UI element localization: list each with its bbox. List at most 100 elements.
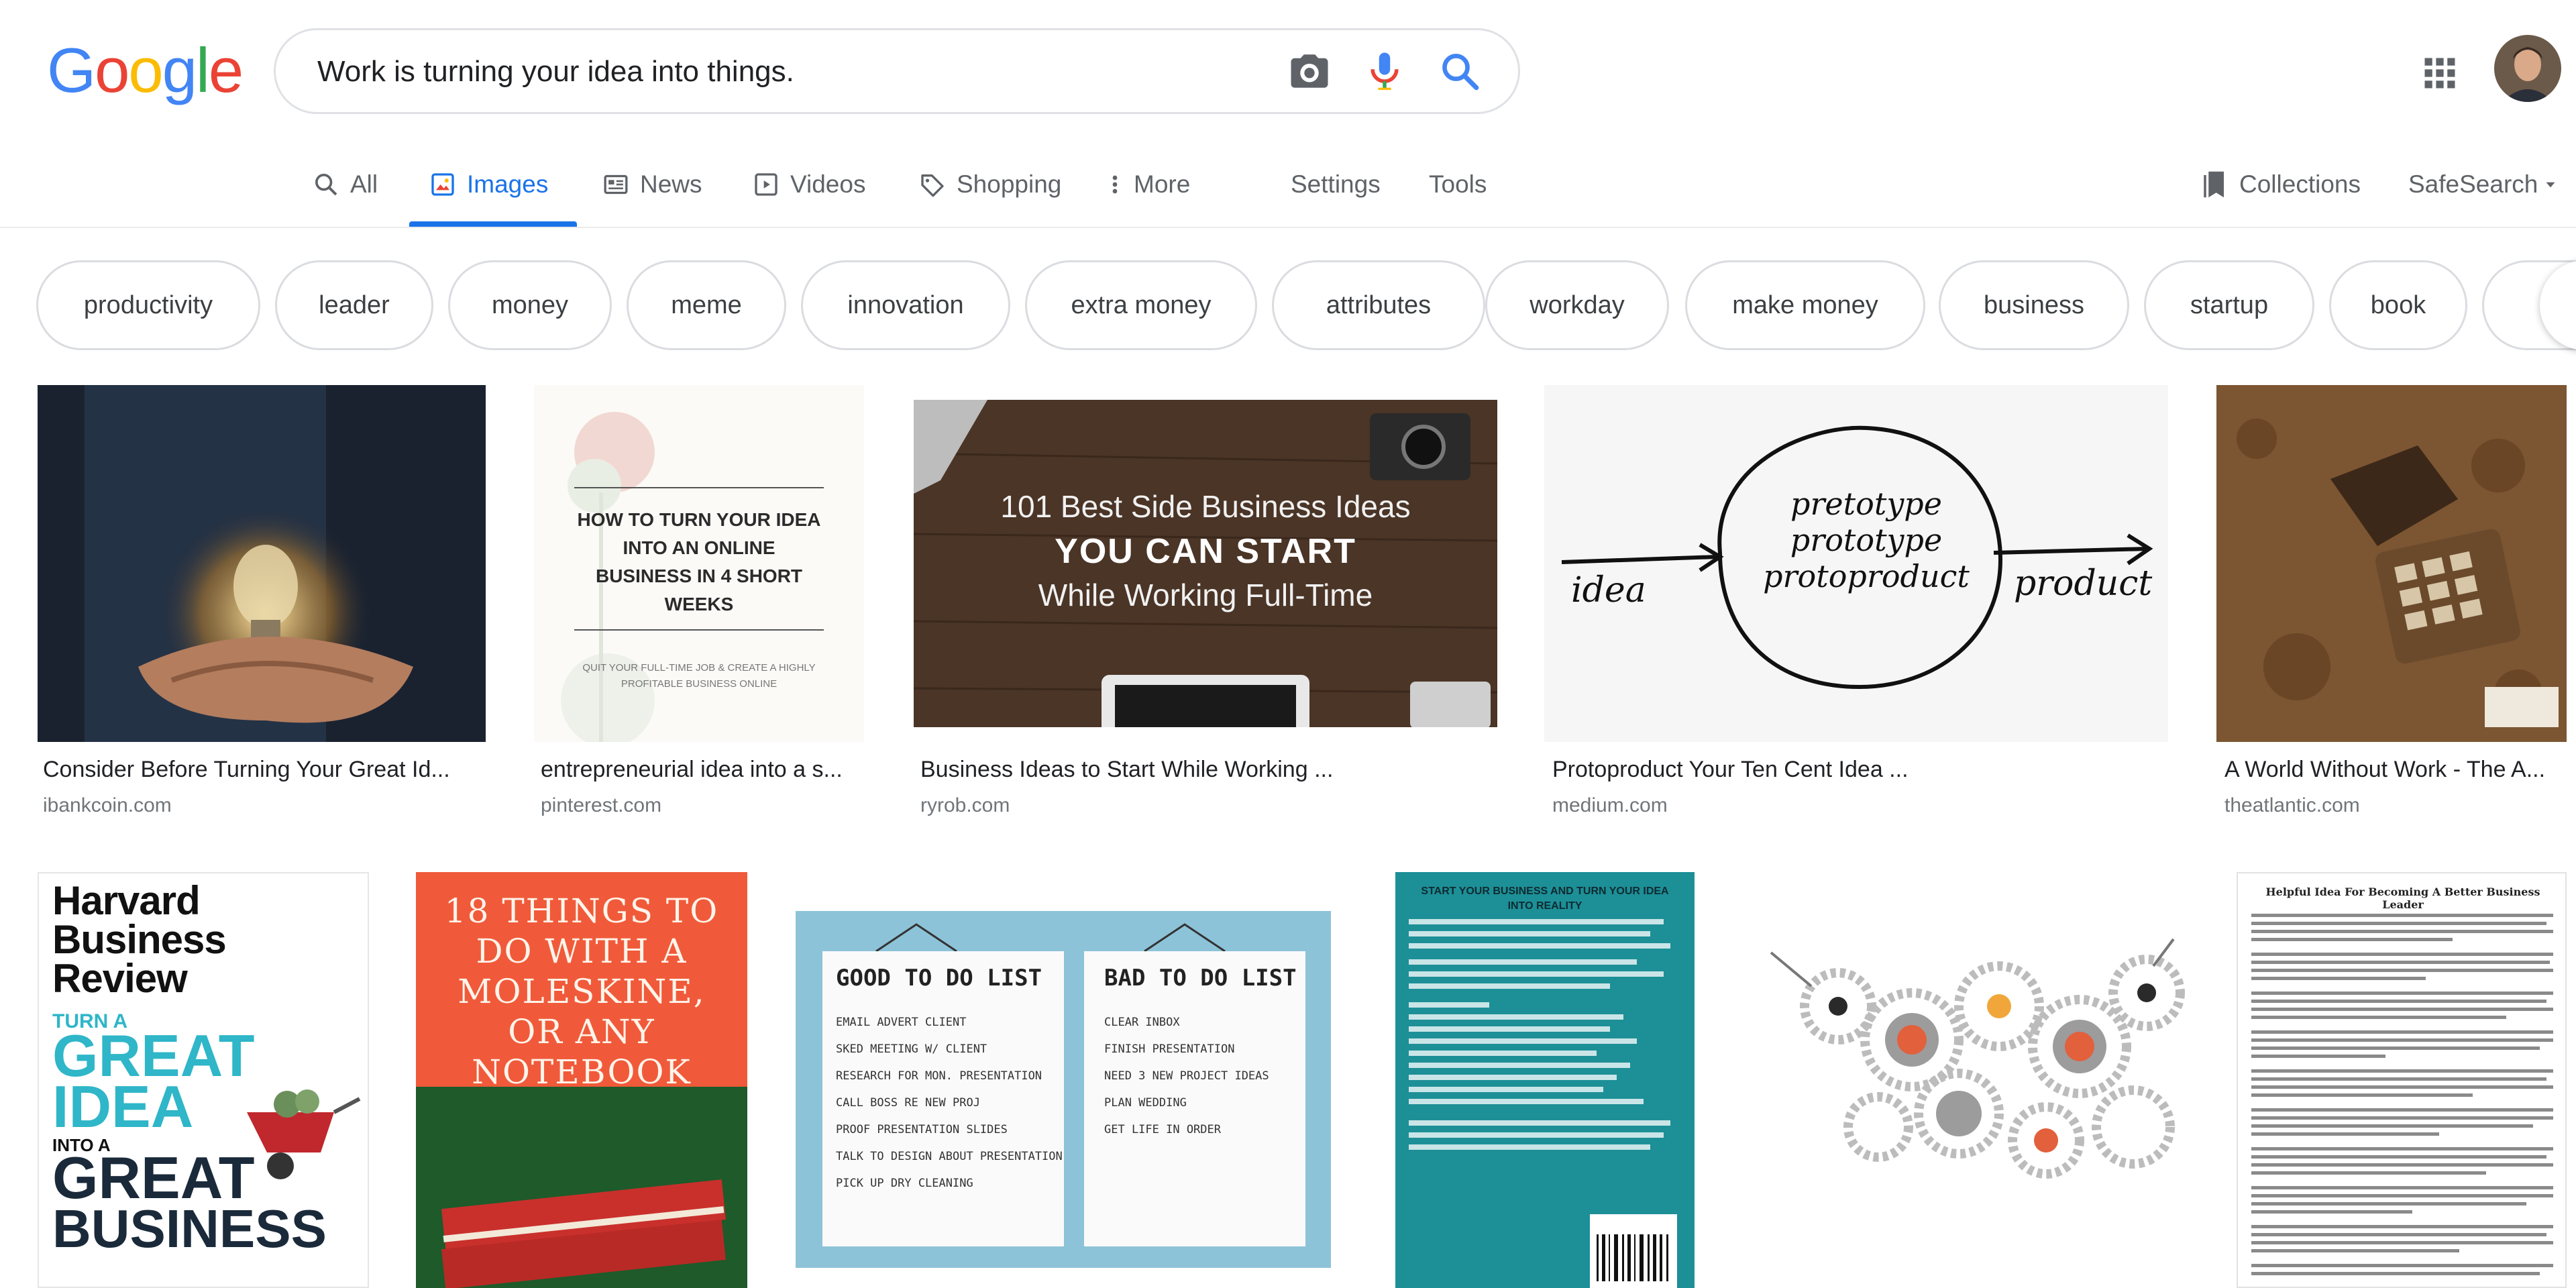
hbr-title: Harvard Business Review (52, 878, 227, 1001)
result-caption[interactable]: entrepreneurial idea into a s... (541, 757, 843, 783)
tab-images[interactable]: Images (429, 164, 548, 205)
good-list: EMAIL ADVERT CLIENT SKED MEETING W/ CLIE… (836, 1009, 1064, 1197)
settings-label: Settings (1291, 170, 1381, 198)
nav-divider (0, 227, 2576, 228)
chip-startup[interactable]: startup (2144, 260, 2314, 350)
result-source[interactable]: ryrob.com (920, 794, 1010, 817)
collections-label: Collections (2239, 170, 2361, 198)
bad-list: CLEAR INBOX FINISH PRESENTATION NEED 3 N… (1104, 1009, 1299, 1143)
result-image-8[interactable]: GOOD TO DO LIST EMAIL ADVERT CLIENT SKED… (796, 911, 1331, 1268)
result-caption[interactable]: Consider Before Turning Your Great Id... (43, 757, 450, 783)
active-tab-indicator (409, 221, 577, 227)
result-image-10[interactable] (1758, 872, 2190, 1288)
logo-letter: e (208, 35, 244, 105)
logo-letter: l (195, 35, 210, 105)
result-caption[interactable]: Business Ideas to Start While Working ..… (920, 757, 1333, 783)
result-image-9[interactable]: START YOUR BUSINESS AND TURN YOUR IDEA I… (1395, 872, 1695, 1288)
chip-leader[interactable]: leader (275, 260, 433, 350)
chip-money[interactable]: money (448, 260, 612, 350)
diagram-center-1: pretotype (1790, 486, 1942, 522)
collections-link[interactable]: Collections (2200, 164, 2361, 205)
good-list-item: PROOF PRESENTATION SLIDES (836, 1123, 1008, 1136)
result-image-2[interactable]: HOW TO TURN YOUR IDEA INTO AN ONLINE BUS… (534, 385, 864, 742)
camera-icon[interactable] (1287, 49, 1332, 93)
result-source[interactable]: theatlantic.com (2224, 794, 2360, 817)
document-heading: Helpful Idea For Becoming A Better Busin… (2265, 885, 2540, 911)
good-list-item: PICK UP DRY CLEANING (836, 1177, 973, 1190)
search-box[interactable] (274, 28, 1520, 114)
good-list-item: CALL BOSS RE NEW PROJ (836, 1096, 980, 1110)
document-text-lines (2251, 914, 2553, 1275)
bad-list-item: NEED 3 NEW PROJECT IDEAS (1104, 1069, 1269, 1083)
tools-link[interactable]: Tools (1429, 164, 1487, 205)
bad-list-item: CLEAR INBOX (1104, 1016, 1180, 1029)
result-image-3[interactable]: 101 Best Side Business Ideas YOU CAN STA… (914, 400, 1497, 727)
chip-label: business (1984, 290, 2084, 319)
good-list-item: SKED MEETING W/ CLIENT (836, 1042, 987, 1056)
search-icon[interactable] (1438, 49, 1482, 93)
diagram-center-3: protoproduct (1763, 558, 1970, 594)
apps-icon[interactable] (2422, 55, 2458, 91)
bad-list-item: GET LIFE IN ORDER (1104, 1123, 1221, 1136)
result-source[interactable]: ibankcoin.com (43, 794, 172, 817)
tab-all[interactable]: All (313, 164, 378, 205)
logo-letter: g (162, 35, 197, 105)
tab-videos[interactable]: Videos (753, 164, 865, 205)
chip-label: leader (319, 290, 390, 319)
result-image-7[interactable]: 18 THINGS TO DO WITH A MOLESKINE, OR ANY… (416, 872, 747, 1288)
image-line1: 101 Best Side Business Ideas (1000, 489, 1411, 524)
tab-shopping[interactable]: Shopping (919, 164, 1061, 205)
more-vert-icon (1112, 175, 1118, 194)
good-list-item: EMAIL ADVERT CLIENT (836, 1016, 967, 1029)
divider-line (574, 487, 824, 488)
chip-innovation[interactable]: innovation (801, 260, 1010, 350)
chip-label: money (491, 290, 569, 319)
settings-link[interactable]: Settings (1291, 164, 1381, 205)
diagram-product: product (2014, 564, 2153, 604)
bad-list-item: FINISH PRESENTATION (1104, 1042, 1235, 1056)
image-line3: While Working Full-Time (1038, 578, 1373, 612)
image-text: HOW TO TURN YOUR IDEA INTO AN ONLINE BUS… (577, 509, 821, 614)
tab-news[interactable]: News (602, 164, 702, 205)
logo-letter: G (47, 35, 96, 105)
lightbulb-hands-image (38, 385, 486, 742)
avatar[interactable] (2494, 35, 2561, 102)
tab-label: News (640, 170, 702, 198)
chip-book[interactable]: book (2329, 260, 2467, 350)
result-image-5[interactable] (2216, 385, 2567, 742)
tab-label: Images (467, 170, 549, 198)
safesearch-menu[interactable]: SafeSearch (2408, 164, 2559, 205)
hbr-idea: IDEA (52, 1073, 194, 1140)
bookmark-collections-icon (2204, 171, 2224, 198)
bad-list-title: BAD TO DO LIST (1104, 965, 1297, 991)
result-caption[interactable]: Protoproduct Your Ten Cent Idea ... (1552, 757, 1909, 783)
result-image-6[interactable]: Harvard Business Review TURN A GREAT IDE… (38, 872, 369, 1288)
diagram-idea: idea (1571, 570, 1646, 610)
chip-label: attributes (1326, 290, 1432, 319)
divider-line (574, 629, 824, 631)
mic-icon[interactable] (1362, 49, 1407, 93)
chip-make-money[interactable]: make money (1685, 260, 1925, 350)
diagram-center-2: prototype (1790, 522, 1943, 558)
result-caption[interactable]: A World Without Work - The A... (2224, 757, 2545, 783)
chip-meme[interactable]: meme (627, 260, 786, 350)
chip-business[interactable]: business (1939, 260, 2129, 350)
image-icon (431, 173, 454, 196)
chip-workday[interactable]: workday (1485, 260, 1669, 350)
tab-more[interactable]: More (1107, 164, 1190, 205)
result-image-4[interactable]: idea product pretotype prototype protopr… (1544, 385, 2168, 742)
chip-attributes[interactable]: attributes (1272, 260, 1485, 350)
chip-label: book (2370, 290, 2426, 319)
chip-extra-money[interactable]: extra money (1025, 260, 1257, 350)
result-image-1[interactable] (38, 385, 486, 742)
search-input[interactable] (316, 30, 1258, 113)
google-logo[interactable]: Google (47, 39, 244, 102)
logo-letter: o (95, 35, 129, 105)
chip-label: workday (1529, 290, 1625, 319)
chip-productivity[interactable]: productivity (36, 260, 260, 350)
result-image-11[interactable]: Helpful Idea For Becoming A Better Busin… (2237, 872, 2567, 1288)
chip-label: innovation (847, 290, 964, 319)
result-source[interactable]: medium.com (1552, 794, 1668, 817)
result-source[interactable]: pinterest.com (541, 794, 661, 817)
hbr-great2: GREAT (52, 1144, 255, 1211)
